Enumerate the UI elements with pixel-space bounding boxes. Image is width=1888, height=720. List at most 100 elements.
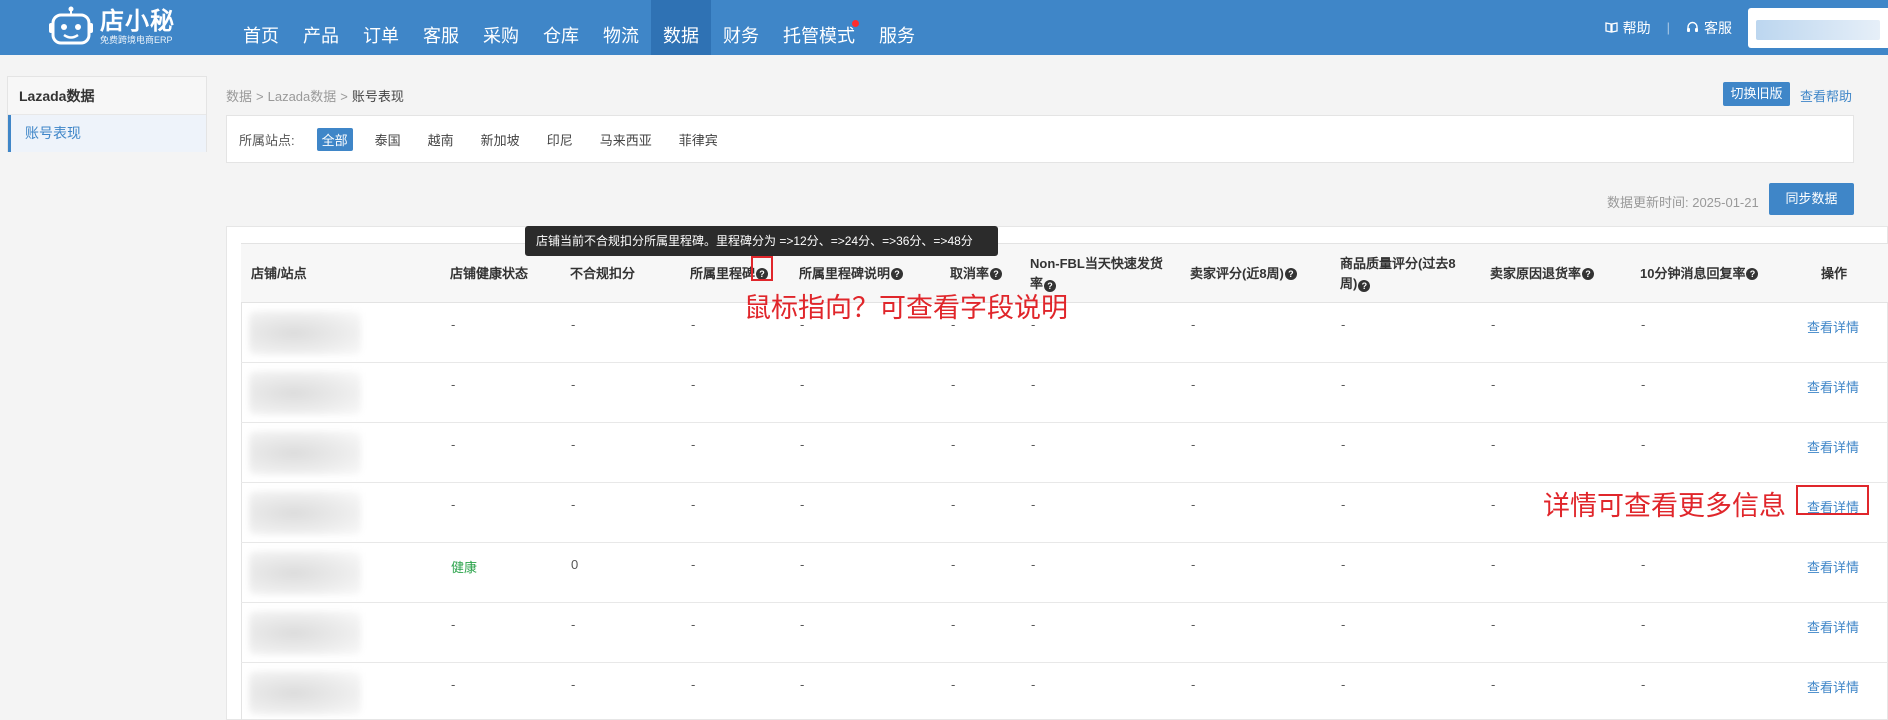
cell-reply-rate: - bbox=[1641, 617, 1646, 632]
breadcrumb-current: 账号表现 bbox=[351, 89, 404, 104]
cell-reply-rate: - bbox=[1641, 377, 1646, 392]
cell-reply-rate: - bbox=[1641, 437, 1646, 452]
col-return-rate-label: 卖家原因退货率 bbox=[1490, 266, 1582, 281]
cell-penalty: - bbox=[571, 677, 576, 692]
site-option-singapore[interactable]: 新加坡 bbox=[481, 130, 520, 149]
cell-return-rate: - bbox=[1491, 617, 1496, 632]
cell-quality: - bbox=[1341, 377, 1346, 392]
book-icon bbox=[1604, 20, 1618, 36]
nav-orders[interactable]: 订单 bbox=[351, 0, 411, 55]
breadcrumb-separator: > bbox=[256, 89, 264, 104]
site-option-malaysia[interactable]: 马来西亚 bbox=[600, 130, 652, 149]
cell-seller-rating: - bbox=[1191, 377, 1196, 392]
cell-cancel-rate: - bbox=[951, 557, 956, 572]
nav-data[interactable]: 数据 bbox=[651, 0, 711, 55]
nav-logistics[interactable]: 物流 bbox=[591, 0, 651, 55]
site-option-all[interactable]: 全部 bbox=[316, 127, 353, 151]
cell-milestone: - bbox=[691, 317, 696, 332]
view-details-link[interactable]: 查看详情 bbox=[1807, 317, 1859, 336]
cell-health: - bbox=[451, 377, 456, 392]
view-details-link[interactable]: 查看详情 bbox=[1807, 677, 1859, 696]
question-icon[interactable]: ? bbox=[990, 268, 1003, 280]
col-health-status: 店铺健康状态 bbox=[450, 266, 529, 281]
cell-health: - bbox=[451, 617, 456, 632]
col-reply-rate-label: 10分钟消息回复率 bbox=[1640, 266, 1746, 281]
col-action: 操作 bbox=[1821, 266, 1848, 281]
table-row: - - - - - - - - - - 查看详情 bbox=[241, 363, 1888, 423]
cell-quality: - bbox=[1341, 437, 1346, 452]
cell-seller-rating: - bbox=[1191, 317, 1196, 332]
nav-warehouse[interactable]: 仓库 bbox=[531, 0, 591, 55]
nav-finance[interactable]: 财务 bbox=[711, 0, 771, 55]
help-label: 帮助 bbox=[1622, 19, 1651, 36]
nav-home[interactable]: 首页 bbox=[231, 0, 291, 55]
cell-cancel-rate: - bbox=[951, 497, 956, 512]
annotation-detail-tip: 详情可查看更多信息 bbox=[1543, 491, 1786, 521]
cell-reply-rate: - bbox=[1641, 557, 1646, 572]
question-icon[interactable]: ? bbox=[1358, 280, 1371, 292]
view-details-link[interactable]: 查看详情 bbox=[1807, 617, 1859, 636]
question-icon[interactable]: ? bbox=[1582, 268, 1595, 280]
cell-seller-rating: - bbox=[1191, 677, 1196, 692]
nav-customer-service[interactable]: 客服 bbox=[411, 0, 471, 55]
cell-penalty: - bbox=[571, 617, 576, 632]
view-details-link[interactable]: 查看详情 bbox=[1807, 557, 1859, 576]
cell-health: - bbox=[451, 677, 456, 692]
cell-return-rate: - bbox=[1491, 497, 1496, 512]
shop-name-blurred bbox=[249, 311, 361, 355]
shop-name-blurred bbox=[249, 611, 361, 655]
user-account-box[interactable] bbox=[1748, 7, 1888, 48]
table-row: - - - - - - - - - - 查看详情 bbox=[241, 663, 1888, 720]
sync-data-button[interactable]: 同步数据 bbox=[1769, 183, 1854, 215]
service-link[interactable]: 客服 bbox=[1686, 18, 1732, 38]
site-option-philippines[interactable]: 菲律宾 bbox=[679, 130, 718, 149]
shop-name-blurred bbox=[249, 551, 361, 595]
nav-purchasing[interactable]: 采购 bbox=[471, 0, 531, 55]
col-return-rate: 卖家原因退货率? bbox=[1490, 244, 1595, 304]
logo-subtitle: 免费跨境电商ERP bbox=[100, 34, 173, 45]
cell-penalty: - bbox=[571, 497, 576, 512]
help-link[interactable]: 帮助 bbox=[1604, 18, 1651, 38]
shop-name-blurred bbox=[249, 371, 361, 415]
breadcrumb-middle[interactable]: Lazada数据 bbox=[268, 89, 337, 104]
cell-penalty: - bbox=[571, 377, 576, 392]
cell-quality: - bbox=[1341, 677, 1346, 692]
annotation-hover-tip: 鼠标指向？可查看字段说明 bbox=[744, 293, 1068, 323]
cell-reply-rate: - bbox=[1641, 677, 1646, 692]
site-option-vietnam[interactable]: 越南 bbox=[428, 130, 454, 149]
breadcrumb-root[interactable]: 数据 bbox=[226, 89, 252, 104]
col-quality-label: 商品质量评分(过去8周)? bbox=[1340, 256, 1456, 292]
cell-seller-rating: - bbox=[1191, 557, 1196, 572]
cell-cancel-rate: - bbox=[951, 377, 956, 392]
cell-penalty: 0 bbox=[571, 557, 579, 572]
sidebar-title[interactable]: Lazada数据 bbox=[8, 77, 206, 115]
col-seller-rating-label: 卖家评分(近8周) bbox=[1190, 266, 1284, 281]
nav-services[interactable]: 服务 bbox=[867, 0, 927, 55]
cell-nonfbl: - bbox=[1031, 557, 1036, 572]
cell-reply-rate: - bbox=[1641, 317, 1646, 332]
question-icon[interactable]: ? bbox=[1284, 268, 1297, 280]
cell-nonfbl: - bbox=[1031, 617, 1036, 632]
view-details-link[interactable]: 查看详情 bbox=[1807, 437, 1859, 456]
view-help-link[interactable]: 查看帮助 bbox=[1800, 86, 1852, 105]
nav-managed-mode[interactable]: 托管模式 bbox=[771, 0, 867, 55]
cell-quality: - bbox=[1341, 557, 1346, 572]
table-row: - - - - - - - - - - 查看详情 bbox=[241, 423, 1888, 483]
logo[interactable]: 店小秘 免费跨境电商ERP bbox=[48, 4, 188, 50]
notification-dot bbox=[852, 20, 859, 27]
cell-milestone: - bbox=[691, 617, 696, 632]
site-option-thailand[interactable]: 泰国 bbox=[375, 130, 401, 149]
question-icon[interactable]: ? bbox=[1746, 268, 1759, 280]
breadcrumb-separator: > bbox=[340, 89, 348, 104]
cell-nonfbl: - bbox=[1031, 497, 1036, 512]
switch-old-version-button[interactable]: 切换旧版 bbox=[1723, 82, 1790, 106]
breadcrumb: 数据 > Lazada数据 > 账号表现 bbox=[226, 86, 404, 105]
shop-name-blurred bbox=[249, 671, 361, 715]
nav-products[interactable]: 产品 bbox=[291, 0, 351, 55]
logo-title: 店小秘 bbox=[100, 7, 175, 35]
view-details-link[interactable]: 查看详情 bbox=[1807, 377, 1859, 396]
question-icon[interactable]: ? bbox=[891, 268, 904, 280]
site-option-indonesia[interactable]: 印尼 bbox=[547, 130, 573, 149]
cell-quality: - bbox=[1341, 317, 1346, 332]
sidebar-item-account-performance[interactable]: 账号表现 bbox=[8, 115, 206, 152]
